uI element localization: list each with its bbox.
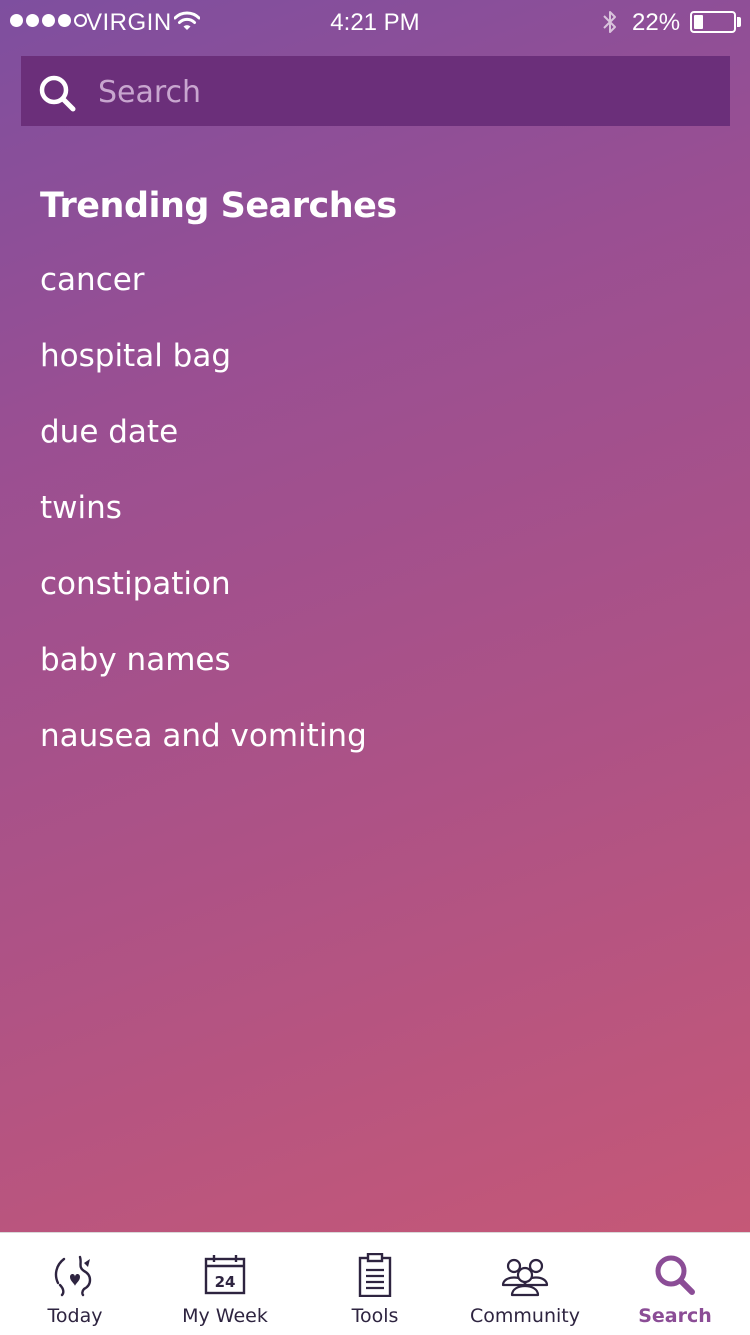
trending-searches-list: cancer hospital bag due date twins const… <box>40 262 367 794</box>
battery-percent: 22% <box>632 9 681 36</box>
battery-level <box>694 15 704 29</box>
trending-search-item[interactable]: constipation <box>40 566 367 642</box>
clipboard-icon <box>350 1252 400 1298</box>
battery-icon <box>690 11 736 33</box>
calendar-icon: 24 <box>200 1253 250 1297</box>
status-bar: VIRGIN 4:21 PM 22% <box>0 0 750 44</box>
tab-label: Tools <box>351 1305 399 1327</box>
trending-search-item[interactable]: hospital bag <box>40 338 367 414</box>
tab-my-week[interactable]: 24 My Week <box>150 1233 300 1335</box>
bluetooth-icon <box>600 8 620 43</box>
tab-today[interactable]: Today <box>0 1233 150 1335</box>
tab-label: Search <box>638 1305 712 1327</box>
tab-tools[interactable]: Tools <box>300 1233 450 1335</box>
tab-label: Today <box>47 1305 103 1327</box>
search-icon[interactable] <box>38 74 78 119</box>
trending-search-item[interactable]: twins <box>40 490 367 566</box>
trending-search-item[interactable]: due date <box>40 414 367 490</box>
trending-searches-heading: Trending Searches <box>40 186 397 226</box>
tab-search[interactable]: Search <box>600 1233 750 1335</box>
people-icon <box>500 1253 550 1297</box>
tab-bar: Today 24 My Week Tools Community Search <box>0 1232 750 1334</box>
tab-label: Community <box>470 1305 580 1327</box>
pregnancy-icon <box>50 1253 100 1297</box>
tab-label: My Week <box>182 1305 268 1327</box>
calendar-number: 24 <box>215 1273 236 1291</box>
trending-search-item[interactable]: cancer <box>40 262 367 338</box>
search-icon <box>650 1253 700 1297</box>
search-input[interactable] <box>98 66 708 118</box>
trending-search-item[interactable]: baby names <box>40 642 367 718</box>
tab-community[interactable]: Community <box>450 1233 600 1335</box>
search-screen: VIRGIN 4:21 PM 22% Trending Searches <box>0 0 750 1232</box>
trending-search-item[interactable]: nausea and vomiting <box>40 718 367 794</box>
